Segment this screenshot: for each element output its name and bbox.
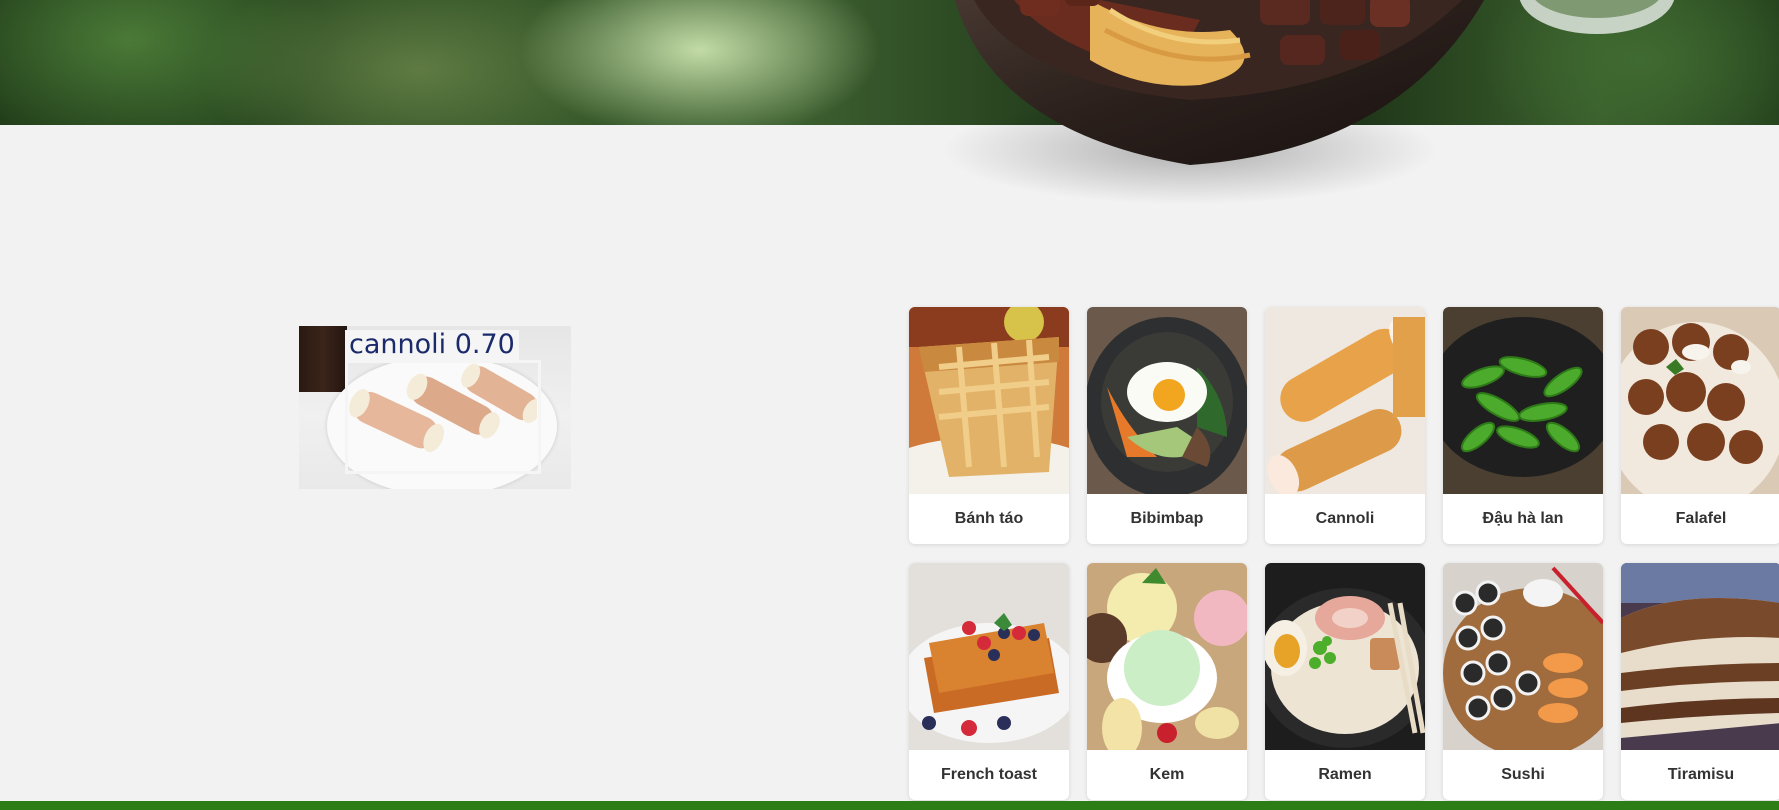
footer-bar [0,801,1779,810]
edamame-image [1443,307,1603,494]
food-card-kem[interactable]: Kem [1087,563,1247,800]
food-card-label: Tiramisu [1667,766,1735,783]
food-card-ramen[interactable]: Ramen [1265,563,1425,800]
detection-result-image: cannoli 0.70 [299,326,571,489]
drink-glass [299,326,347,392]
noodle-bowl-image [955,0,1485,165]
detection-bounding-box [345,360,541,474]
food-card-sushi[interactable]: Sushi [1443,563,1603,800]
food-card-label: French toast [940,766,1037,783]
cannoli-image [1265,307,1425,494]
french-toast-image [909,563,1069,750]
food-card-label: Bánh táo [954,510,1024,527]
falafel-image [1621,307,1779,494]
food-card-label: Ramen [1318,766,1372,783]
food-card-cannoli[interactable]: Cannoli [1265,307,1425,544]
food-card-falafel[interactable]: Falafel [1621,307,1779,544]
food-card-label: Cannoli [1315,510,1375,527]
food-card-label: Falafel [1675,510,1727,527]
detection-label: cannoli 0.70 [345,330,519,360]
ramen-image [1265,563,1425,750]
food-card-label: Kem [1149,766,1185,783]
hero-banner [0,0,1779,125]
sushi-image [1443,563,1603,750]
food-card-bibimbap[interactable]: Bibimbap [1087,307,1247,544]
food-card-tiramisu[interactable]: Tiramisu [1621,563,1779,800]
food-card-label: Đậu hà lan [1482,510,1564,527]
food-card-french-toast[interactable]: French toast [909,563,1069,800]
food-card-dau-ha-lan[interactable]: Đậu hà lan [1443,307,1603,544]
food-card-label: Bibimbap [1130,510,1204,527]
bibimbap-image [1087,307,1247,494]
ice-cream-image [1087,563,1247,750]
food-card-label: Sushi [1501,766,1545,783]
apple-pie-image [909,307,1069,494]
food-card-banh-tao[interactable]: Bánh táo [909,307,1069,544]
tiramisu-image [1621,563,1779,750]
garnish-bowl-image [1519,0,1675,34]
